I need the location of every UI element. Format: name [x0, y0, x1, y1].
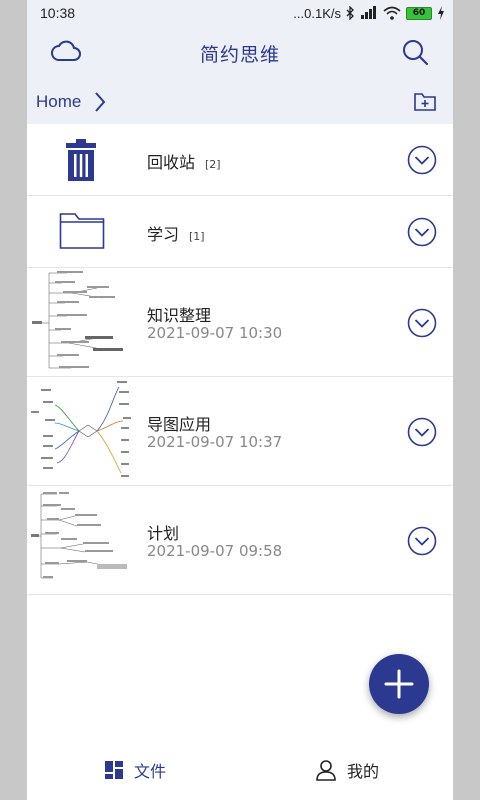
folder-count: [1] [189, 230, 205, 243]
mindmap-thumbnail [31, 381, 131, 477]
folder-name: 回收站 [147, 153, 196, 172]
chevron-down-circle-icon[interactable] [407, 145, 437, 175]
file-title: 知识整理 [147, 306, 212, 325]
bluetooth-icon [346, 6, 354, 20]
mindmap-thumbnail [31, 492, 127, 579]
folder-icon [59, 213, 105, 249]
file-date: 2021-09-07 10:37 [147, 433, 283, 451]
charging-icon [438, 6, 444, 20]
wifi-icon [383, 6, 401, 20]
status-time: 10:38 [40, 5, 76, 21]
page-title: 简约思维 [199, 44, 280, 66]
app-screen: 10:38 ...0.1K/s 60 简约思维 Home 回收站 [2] 学习 … [27, 0, 453, 800]
file-title: 导图应用 [147, 415, 212, 434]
file-row[interactable]: 计划 2021-09-07 09:58 [27, 486, 453, 595]
chevron-down-circle-icon[interactable] [407, 308, 437, 338]
file-row[interactable]: 知识整理 2021-09-07 10:30 [27, 268, 453, 377]
file-date: 2021-09-07 09:58 [147, 542, 283, 560]
bottom-nav: 文件 我的 [27, 744, 453, 800]
breadcrumb-home[interactable]: Home [36, 92, 81, 112]
file-list: 回收站 [2] 学习 [1] 知识整理 2021-09-07 10:30 导图应… [27, 124, 453, 595]
folder-row-study[interactable]: 学习 [1] [27, 196, 453, 268]
folder-name: 学习 [147, 225, 180, 244]
header-area: 10:38 ...0.1K/s 60 简约思维 Home [27, 0, 453, 124]
chevron-down-circle-icon[interactable] [407, 417, 437, 447]
nav-label: 文件 [134, 762, 167, 781]
plus-icon [384, 669, 414, 699]
new-folder-icon[interactable] [413, 90, 437, 112]
trash-icon [66, 139, 96, 181]
nav-tab-mine[interactable]: 我的 [315, 758, 379, 782]
file-row[interactable]: 导图应用 2021-09-07 10:37 [27, 377, 453, 486]
status-bar: 10:38 ...0.1K/s 60 [27, 0, 453, 28]
chevron-right-icon [95, 92, 106, 112]
folder-row-trash[interactable]: 回收站 [2] [27, 124, 453, 196]
battery-icon: 60 [406, 6, 432, 20]
folder-title: 回收站 [2] [147, 149, 221, 173]
grid-icon [105, 761, 123, 779]
network-speed: ...0.1K/s [293, 5, 341, 21]
search-icon[interactable] [401, 38, 429, 66]
chevron-down-circle-icon[interactable] [407, 526, 437, 556]
file-date: 2021-09-07 10:30 [147, 324, 283, 342]
folder-title: 学习 [1] [147, 221, 205, 245]
user-icon [316, 760, 336, 781]
add-button[interactable] [369, 654, 429, 714]
status-indicators: ...0.1K/s 60 [293, 4, 445, 22]
signal-icon [361, 6, 376, 19]
breadcrumb: Home [27, 82, 453, 122]
app-bar: 简约思维 [27, 28, 453, 78]
nav-label: 我的 [347, 762, 380, 781]
chevron-down-circle-icon[interactable] [407, 217, 437, 247]
nav-tab-files[interactable]: 文件 [104, 758, 166, 782]
file-title: 计划 [147, 524, 180, 543]
folder-count: [2] [205, 158, 221, 171]
mindmap-thumbnail [32, 271, 123, 369]
